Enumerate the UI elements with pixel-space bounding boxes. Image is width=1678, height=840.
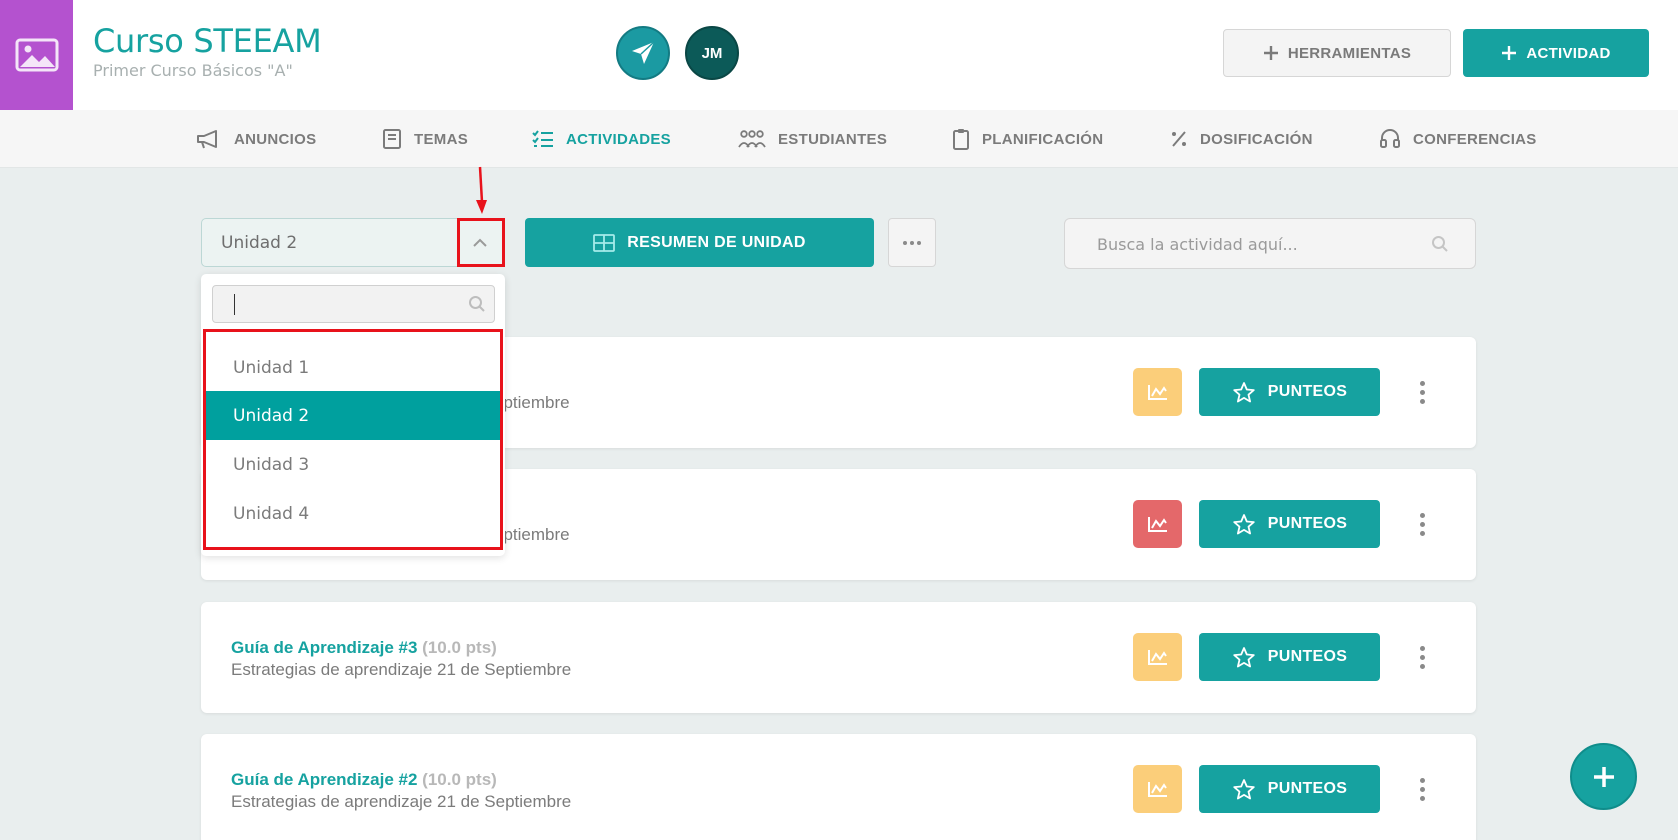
grades-button[interactable]: PUNTEOS [1199,368,1380,416]
tab-label: CONFERENCIAS [1413,130,1537,148]
activity-title-text: Guía de Aprendizaje #3 [231,638,418,657]
percent-icon [1172,131,1186,147]
activity-title-text: Guía de Aprendizaje #2 [231,770,418,789]
more-options-button[interactable] [888,218,936,267]
grades-button-label: PUNTEOS [1267,515,1348,532]
star-icon [1233,382,1255,403]
tab-label: PLANIFICACIÓN [982,130,1104,148]
text-cursor [234,294,235,315]
activity-card[interactable]: Guía de Aprendizaje #3 (10.0 pts) Estrat… [201,602,1476,713]
tools-button-label: HERRAMIENTAS [1287,44,1412,62]
activity-title[interactable]: Guía de Aprendizaje #2 (10.0 pts) [231,770,497,790]
stats-button[interactable] [1133,633,1182,681]
tools-button[interactable]: HERRAMIENTAS [1223,29,1451,77]
activity-points: (10.0 pts) [422,638,497,657]
clipboard-icon [953,129,969,150]
tab-anuncios[interactable]: ANUNCIOS [196,110,316,168]
tab-dosificacion[interactable]: DOSIFICACIÓN [1170,110,1313,168]
user-avatar[interactable]: JM [685,26,739,80]
stats-button[interactable] [1133,368,1182,416]
tab-label: ANUNCIOS [234,130,317,148]
chart-icon [1147,517,1167,532]
course-title: Curso STEEAM [93,22,322,60]
activity-points: (10.0 pts) [422,770,497,789]
tab-estudiantes[interactable]: ESTUDIANTES [738,110,887,168]
unit-select-value: Unidad 2 [221,233,298,253]
tab-label: TEMAS [414,130,468,148]
activity-title[interactable]: Guía de Aprendizaje #3 (10.0 pts) [231,638,497,658]
plus-icon [1502,46,1517,60]
star-icon [1233,647,1255,668]
grades-button[interactable]: PUNTEOS [1199,765,1380,813]
card-menu-button[interactable] [1415,504,1429,544]
activity-description: Estrategias de aprendizaje 21 de Septiem… [231,792,572,811]
grades-button[interactable]: PUNTEOS [1199,633,1380,681]
paper-plane-icon [632,41,655,64]
course-nav: ANUNCIOS TEMAS ACTIVIDADES ESTUDIANTES P… [0,110,1678,168]
add-activity-button-label: ACTIVIDAD [1526,44,1611,62]
highlight-box [203,329,503,550]
stats-button[interactable] [1133,500,1182,548]
chart-icon [1147,650,1167,665]
course-image-placeholder[interactable] [0,0,73,110]
add-activity-button[interactable]: ACTIVIDAD [1463,29,1649,77]
red-arrow-annotation [476,166,487,214]
search-icon [1431,235,1449,258]
students-icon [738,130,766,148]
tab-actividades[interactable]: ACTIVIDADES [532,110,671,168]
book-icon [383,129,401,149]
grades-button-label: PUNTEOS [1267,383,1348,400]
activity-description: eptiembre [494,393,570,412]
plus-icon [1593,766,1614,787]
activity-description: Estrategias de aprendizaje 21 de Septiem… [231,660,572,679]
highlight-box [457,218,505,267]
app-header: Curso STEEAM Primer Curso Básicos "A" JM… [0,0,1678,110]
activity-card[interactable]: Guía de Aprendizaje #2 (10.0 pts) Estrat… [201,734,1476,840]
chart-icon [1147,385,1167,400]
unit-summary-label: RESUMEN DE UNIDAD [627,233,806,251]
card-menu-button[interactable] [1415,372,1429,412]
send-message-button[interactable] [616,26,670,80]
tab-conferencias[interactable]: CONFERENCIAS [1379,110,1537,168]
unit-summary-button[interactable]: RESUMEN DE UNIDAD [525,218,874,267]
search-placeholder: Busca la actividad aquí... [1097,235,1298,254]
card-menu-button[interactable] [1415,637,1429,677]
grades-button-label: PUNTEOS [1267,648,1348,665]
image-icon [15,38,58,72]
star-icon [1233,514,1255,535]
stats-button[interactable] [1133,765,1182,813]
grid-icon [593,233,616,252]
grades-button[interactable]: PUNTEOS [1199,500,1380,548]
tab-planificacion[interactable]: PLANIFICACIÓN [952,110,1103,168]
chart-icon [1147,782,1167,797]
card-menu-button[interactable] [1415,769,1429,809]
dropdown-search-input[interactable] [212,285,495,323]
course-subtitle: Primer Curso Básicos "A" [93,61,293,80]
megaphone-icon [197,130,217,149]
tab-label: DOSIFICACIÓN [1200,130,1313,148]
tab-label: ACTIVIDADES [566,130,671,148]
tab-label: ESTUDIANTES [778,130,888,148]
activity-description: eptiembre [494,525,570,544]
activity-search-input[interactable]: Busca la actividad aquí... [1064,218,1476,269]
tab-temas[interactable]: TEMAS [382,110,468,168]
headset-icon [1380,129,1400,148]
floating-add-button[interactable] [1570,743,1637,810]
star-icon [1233,779,1255,800]
checklist-icon [532,130,553,147]
ellipsis-icon [903,240,921,245]
search-icon [468,295,486,318]
grades-button-label: PUNTEOS [1267,780,1348,797]
plus-icon [1263,46,1278,60]
